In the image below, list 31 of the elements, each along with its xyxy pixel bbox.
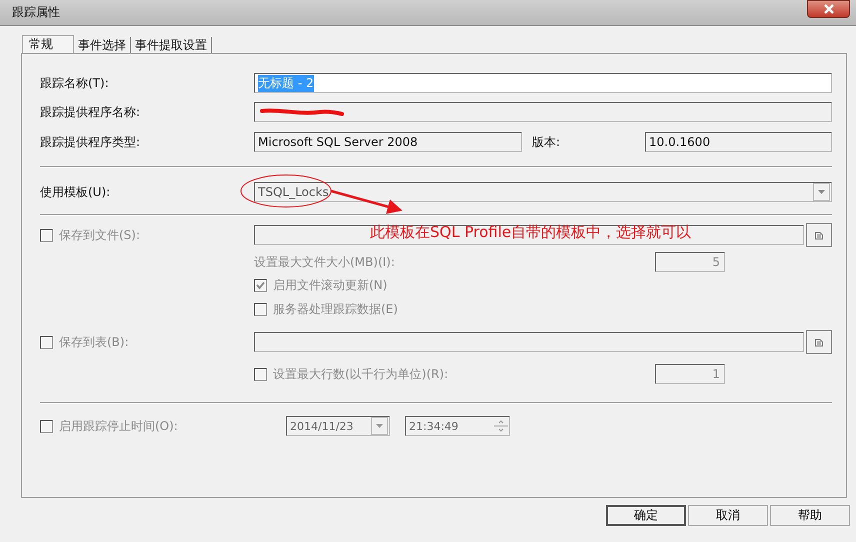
close-button[interactable]	[807, 0, 850, 18]
browse-button[interactable]	[806, 330, 832, 354]
dialog-button[interactable]: 取消	[688, 505, 768, 526]
dropdown-arrow-icon	[818, 190, 825, 194]
template-dropdown[interactable]: TSQL_Locks	[254, 182, 832, 202]
checkbox-label: 保存到文件(S):	[59, 226, 140, 244]
close-icon	[822, 4, 836, 14]
checkbox-label: 启用跟踪停止时间(O):	[59, 418, 178, 434]
field-label: 跟踪提供程序名称:	[40, 104, 142, 120]
file-path-field[interactable]	[254, 225, 804, 245]
field-label: 跟踪名称(T):	[40, 74, 110, 92]
field-label: 版本:	[532, 134, 562, 150]
field-label: 设置最大文件大小(MB)(I):	[254, 254, 396, 270]
checkbox-label: 服务器处理跟踪数据(E)	[273, 300, 398, 318]
window-title: 跟踪属性	[12, 4, 60, 21]
field-label: 使用模板(U):	[40, 184, 112, 200]
dropdown-arrow-icon	[376, 424, 383, 428]
field-label: 跟踪提供程序类型:	[40, 134, 142, 150]
checkbox-label: 保存到表(B):	[59, 334, 129, 350]
dialog-button[interactable]: 确定	[606, 505, 686, 526]
spinner-icon	[494, 418, 508, 434]
document-icon	[814, 337, 824, 347]
annotation-arrow	[330, 190, 402, 214]
dialog-button[interactable]: 帮助	[770, 505, 850, 526]
annotation-text: 此模板在SQL Profile自带的模板中，选择就可以	[370, 223, 692, 242]
browse-button[interactable]	[806, 223, 832, 247]
checkbox-label: 设置最大行数(以千行为单位)(R):	[273, 366, 448, 382]
tab[interactable]: 常规	[22, 35, 74, 53]
table-field[interactable]	[254, 332, 804, 352]
checkbox-label: 启用文件滚动更新(N)	[273, 276, 388, 294]
document-icon	[814, 230, 824, 240]
